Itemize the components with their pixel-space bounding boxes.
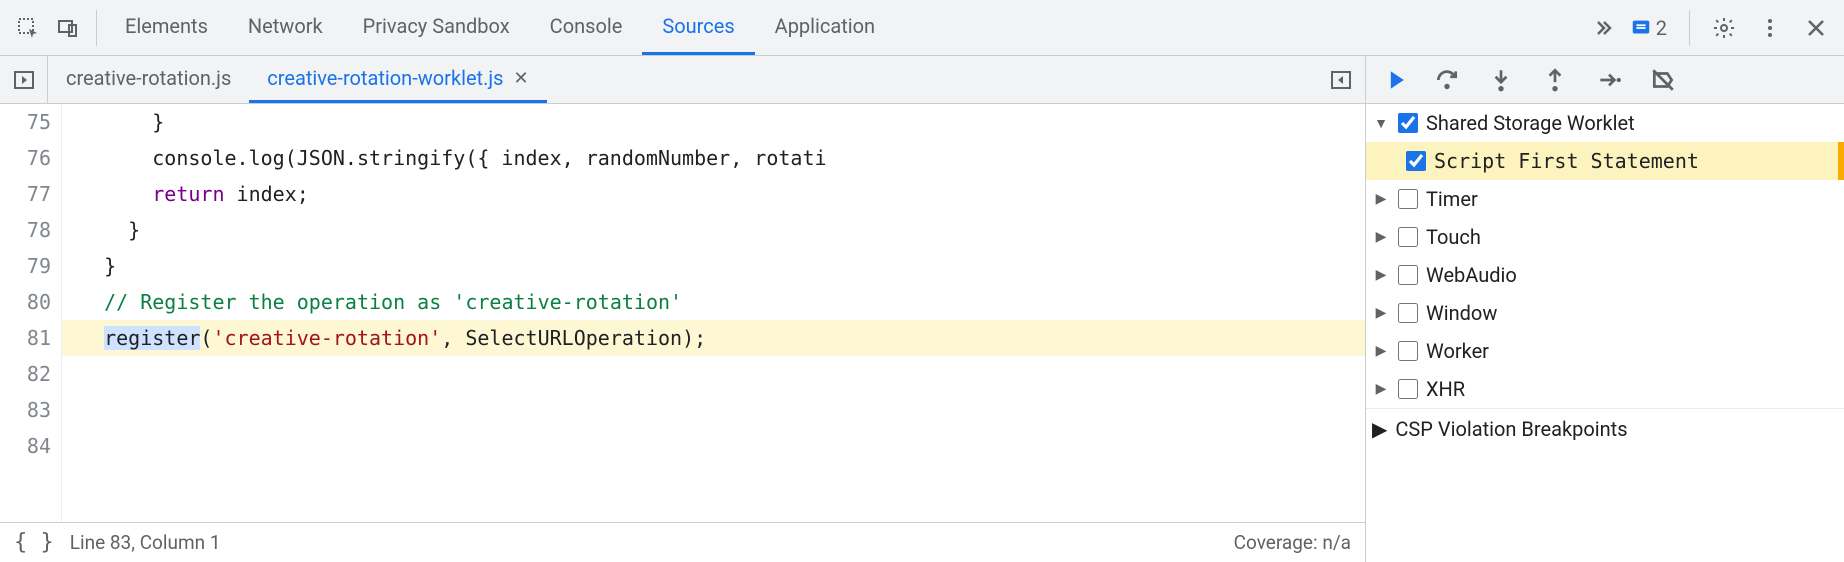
line-number[interactable]: 82 <box>4 356 51 392</box>
cursor-position: Line 83, Column 1 <box>70 531 221 554</box>
step-into-icon[interactable] <box>1480 60 1522 100</box>
breakpoint-checkbox[interactable] <box>1406 151 1426 171</box>
group-checkbox[interactable] <box>1398 265 1418 285</box>
devtools-toolbar: ElementsNetworkPrivacy SandboxConsoleSou… <box>0 0 1844 56</box>
breakpoint-group[interactable]: ▶ Touch <box>1366 218 1844 256</box>
issues-count: 2 <box>1656 16 1667 40</box>
issues-button[interactable]: 2 <box>1622 16 1675 40</box>
step-over-icon[interactable] <box>1426 60 1468 100</box>
line-number[interactable]: 79 <box>4 248 51 284</box>
chevron-right-icon: ▶ <box>1372 267 1390 283</box>
chevron-down-icon: ▼ <box>1372 115 1390 132</box>
panel-tab-elements[interactable]: Elements <box>105 0 228 55</box>
breakpoint-label: Script First Statement <box>1434 149 1699 173</box>
breakpoint-script-first-statement[interactable]: Script First Statement <box>1366 142 1844 180</box>
toolbar-divider <box>96 10 97 46</box>
line-number[interactable]: 81 <box>4 320 51 356</box>
sources-pane: creative-rotation.js creative-rotation-wo… <box>0 56 1366 562</box>
chevron-right-icon: ▶ <box>1372 343 1390 359</box>
csp-violation-section[interactable]: ▶ CSP Violation Breakpoints <box>1366 408 1844 448</box>
panel-tab-application[interactable]: Application <box>755 0 895 55</box>
deactivate-breakpoints-icon[interactable] <box>1642 60 1684 100</box>
panel-tab-console[interactable]: Console <box>530 0 643 55</box>
panel-tabs: ElementsNetworkPrivacy SandboxConsoleSou… <box>105 0 1582 55</box>
group-checkbox[interactable] <box>1398 303 1418 323</box>
chevron-right-icon: ▶ <box>1372 305 1390 321</box>
group-label: WebAudio <box>1426 263 1517 287</box>
file-tab[interactable]: creative-rotation-worklet.js ✕ <box>249 56 546 103</box>
breakpoint-group[interactable]: ▶ XHR <box>1366 370 1844 408</box>
code-line[interactable]: // Register the operation as 'creative-r… <box>62 284 1365 320</box>
section-label: CSP Violation Breakpoints <box>1395 417 1627 441</box>
group-checkbox[interactable] <box>1398 227 1418 247</box>
line-number[interactable]: 75 <box>4 104 51 140</box>
chevron-right-icon: ▶ <box>1372 191 1390 207</box>
close-icon[interactable] <box>1796 8 1836 48</box>
chevron-right-icon: ▶ <box>1372 417 1387 441</box>
line-number[interactable]: 84 <box>4 428 51 464</box>
group-checkbox[interactable] <box>1398 113 1418 133</box>
main-area: creative-rotation.js creative-rotation-wo… <box>0 56 1844 562</box>
code-line[interactable]: } <box>62 104 1365 140</box>
code-content[interactable]: } console.log(JSON.stringify({ index, ra… <box>62 104 1365 522</box>
file-tabs-bar: creative-rotation.js creative-rotation-wo… <box>0 56 1365 104</box>
group-label: XHR <box>1426 377 1465 401</box>
group-label: Timer <box>1426 187 1478 211</box>
panel-tab-sources[interactable]: Sources <box>642 0 754 55</box>
resume-icon[interactable] <box>1372 60 1414 100</box>
debug-controls <box>1366 56 1844 104</box>
group-checkbox[interactable] <box>1398 379 1418 399</box>
group-label: Shared Storage Worklet <box>1426 111 1635 135</box>
panel-tab-network[interactable]: Network <box>228 0 343 55</box>
editor-status-bar: { } Line 83, Column 1 Coverage: n/a <box>0 522 1365 562</box>
debugger-pane: ▼ Shared Storage Worklet Script First St… <box>1366 56 1844 562</box>
step-out-icon[interactable] <box>1534 60 1576 100</box>
file-tab[interactable]: creative-rotation.js <box>48 56 249 103</box>
chevron-right-icon: ▶ <box>1372 381 1390 397</box>
line-gutter: 75767778798081828384 <box>0 104 62 522</box>
inspect-icon[interactable] <box>8 8 48 48</box>
line-number[interactable]: 78 <box>4 212 51 248</box>
show-navigator-icon[interactable] <box>0 56 48 104</box>
breakpoint-group[interactable]: ▶ Window <box>1366 294 1844 332</box>
kebab-menu-icon[interactable] <box>1750 8 1790 48</box>
pretty-print-icon[interactable]: { } <box>14 530 54 555</box>
show-debugger-icon[interactable] <box>1317 68 1365 92</box>
group-checkbox[interactable] <box>1398 189 1418 209</box>
group-checkbox[interactable] <box>1398 341 1418 361</box>
code-editor[interactable]: 75767778798081828384 } console.log(JSON.… <box>0 104 1365 522</box>
line-number[interactable]: 76 <box>4 140 51 176</box>
panel-tab-privacy[interactable]: Privacy Sandbox <box>343 0 530 55</box>
code-line[interactable]: } <box>62 212 1365 248</box>
line-number[interactable]: 83 <box>4 392 51 428</box>
more-tabs-icon[interactable] <box>1582 8 1622 48</box>
chevron-right-icon: ▶ <box>1372 229 1390 245</box>
breakpoint-group[interactable]: ▶ Worker <box>1366 332 1844 370</box>
event-listener-breakpoints: ▼ Shared Storage Worklet Script First St… <box>1366 104 1844 562</box>
code-line[interactable]: return index; <box>62 176 1365 212</box>
code-line[interactable]: } <box>62 248 1365 284</box>
group-label: Touch <box>1426 225 1481 249</box>
file-tabs: creative-rotation.js creative-rotation-wo… <box>48 56 1317 103</box>
settings-gear-icon[interactable] <box>1704 8 1744 48</box>
code-line[interactable]: register('creative-rotation', SelectURLO… <box>62 320 1365 356</box>
step-icon[interactable] <box>1588 60 1630 100</box>
coverage-status: Coverage: n/a <box>1234 531 1351 554</box>
code-line[interactable]: console.log(JSON.stringify({ index, rand… <box>62 140 1365 176</box>
file-tab-label: creative-rotation.js <box>66 66 231 90</box>
group-label: Worker <box>1426 339 1489 363</box>
close-icon[interactable]: ✕ <box>513 68 528 89</box>
group-label: Window <box>1426 301 1497 325</box>
toolbar-divider <box>1689 10 1690 46</box>
device-toggle-icon[interactable] <box>48 8 88 48</box>
file-tab-label: creative-rotation-worklet.js <box>267 66 503 90</box>
line-number[interactable]: 80 <box>4 284 51 320</box>
breakpoint-group[interactable]: ▶ WebAudio <box>1366 256 1844 294</box>
line-number[interactable]: 77 <box>4 176 51 212</box>
breakpoint-group[interactable]: ▶ Timer <box>1366 180 1844 218</box>
breakpoint-group-shared-storage[interactable]: ▼ Shared Storage Worklet <box>1366 104 1844 142</box>
